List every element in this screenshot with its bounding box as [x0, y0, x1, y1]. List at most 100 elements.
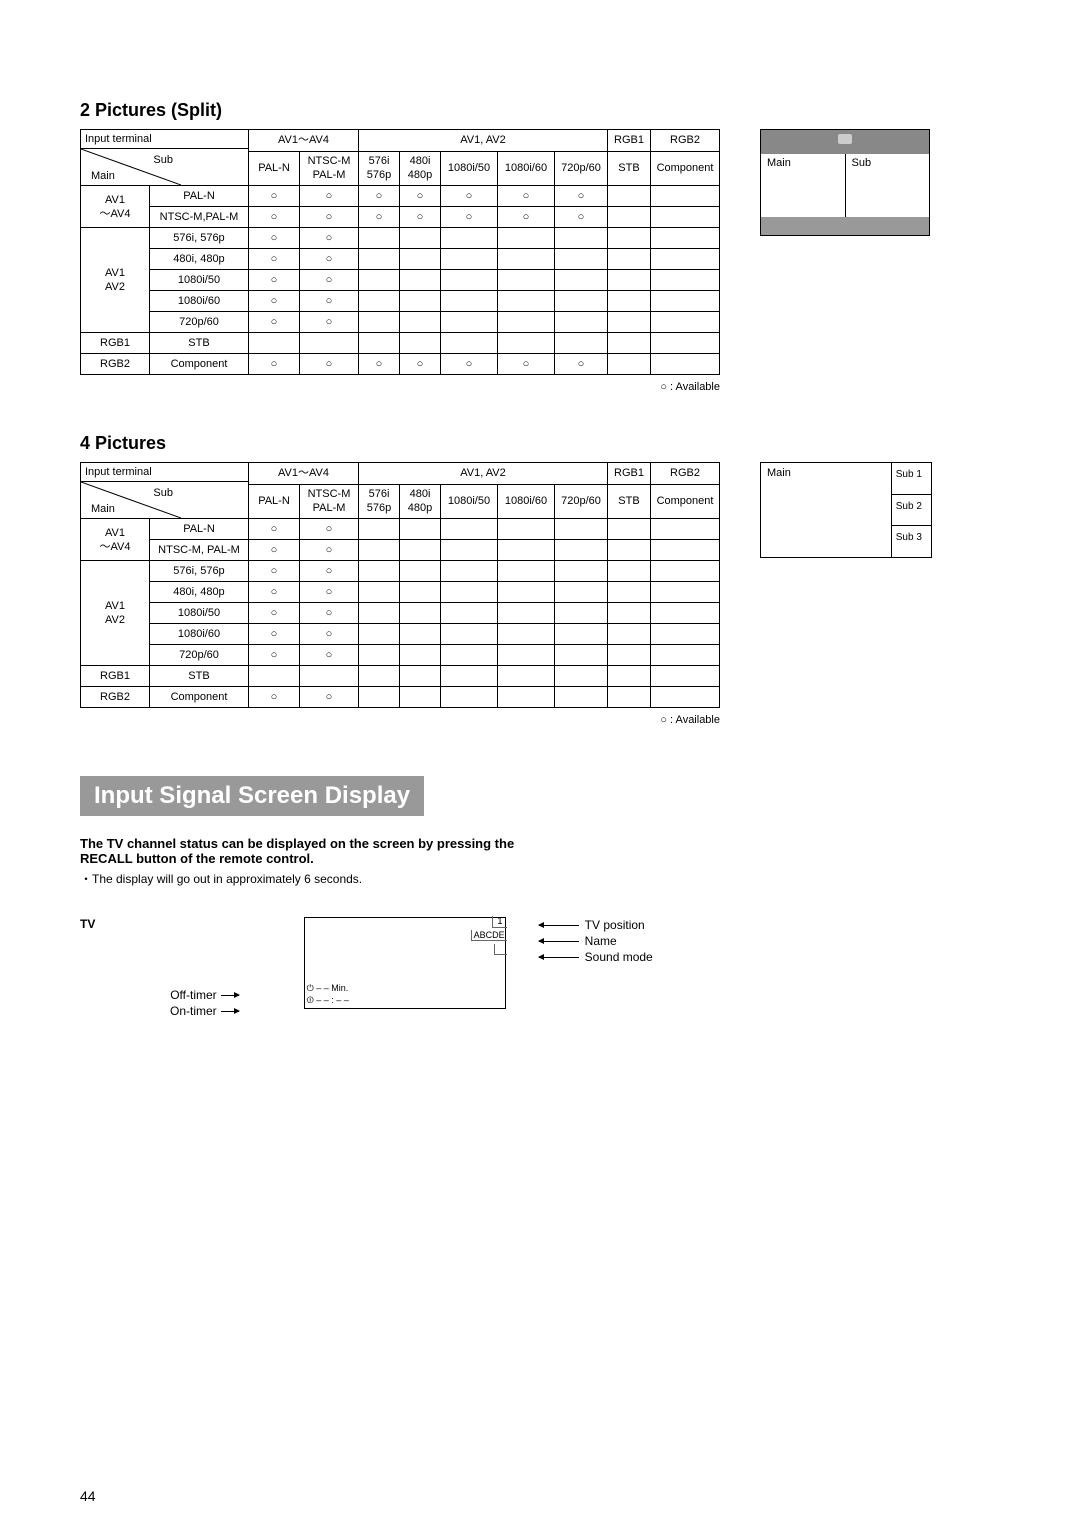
cell: AV1, AV2 [359, 463, 608, 485]
cell [555, 582, 608, 603]
cell [555, 561, 608, 582]
cell [498, 645, 555, 666]
cell: ○ [400, 207, 441, 228]
cell [498, 624, 555, 645]
row-label: 480i, 480p [150, 582, 249, 603]
cell [441, 333, 498, 354]
cell [608, 270, 651, 291]
cell [400, 645, 441, 666]
dia-label: Sub [846, 154, 930, 172]
osd-off-timer: ⏻ – – Min. [307, 983, 349, 994]
cell [651, 603, 720, 624]
cell [555, 333, 608, 354]
cell [555, 291, 608, 312]
cell: 1080i/50 [441, 151, 498, 185]
cell [555, 540, 608, 561]
cell [608, 603, 651, 624]
cell [608, 228, 651, 249]
cell: ○ [249, 270, 300, 291]
cell [651, 687, 720, 708]
cell [359, 519, 400, 540]
cell [400, 603, 441, 624]
label: On-timer [170, 1003, 217, 1019]
cell: ○ [498, 354, 555, 375]
row-group: RGB2 [81, 687, 150, 708]
cell: ○ [249, 561, 300, 582]
cell: ○ [300, 354, 359, 375]
cell [555, 312, 608, 333]
cell [441, 249, 498, 270]
osd-tv-label: TV [80, 917, 160, 1019]
cell: ○ [249, 228, 300, 249]
cell [651, 624, 720, 645]
cell: ○ [300, 540, 359, 561]
osd-on-timer: ⏼ – – : – – [307, 995, 349, 1006]
cell: 576i 576p [359, 484, 400, 518]
cell [400, 561, 441, 582]
cell [555, 519, 608, 540]
row-label: 480i, 480p [150, 249, 249, 270]
cell [651, 291, 720, 312]
cell: 720p/60 [555, 151, 608, 185]
cell: ○ [300, 249, 359, 270]
cell: 1080i/60 [498, 484, 555, 518]
cell: PAL-N [249, 151, 300, 185]
cell [359, 333, 400, 354]
row-label: Component [150, 354, 249, 375]
cell [651, 312, 720, 333]
cell [498, 270, 555, 291]
cell [400, 333, 441, 354]
row-label: 1080i/60 [150, 291, 249, 312]
section-banner: Input Signal Screen Display [80, 776, 424, 816]
cell: ○ [300, 603, 359, 624]
cell [441, 687, 498, 708]
legend: ○ : Available [80, 714, 720, 726]
cell: ○ [300, 561, 359, 582]
cell [359, 687, 400, 708]
intro-bold: The TV channel status can be displayed o… [80, 836, 550, 866]
label: Name [585, 934, 617, 948]
cell: Component [651, 484, 720, 518]
cell: ○ [249, 354, 300, 375]
cell: ○ [498, 207, 555, 228]
cell: RGB2 [651, 130, 720, 152]
cell [249, 333, 300, 354]
cell [608, 354, 651, 375]
cell [555, 270, 608, 291]
cell: ○ [555, 186, 608, 207]
dia-label: Sub 2 [892, 495, 931, 527]
cell: Component [651, 151, 720, 185]
cell: ○ [249, 624, 300, 645]
cell [608, 645, 651, 666]
cell [498, 228, 555, 249]
cell: ○ [300, 228, 359, 249]
row-label: PAL-N [150, 186, 249, 207]
cell [608, 312, 651, 333]
cell: ○ [249, 540, 300, 561]
cell [441, 666, 498, 687]
row-label: 720p/60 [150, 645, 249, 666]
row-group: AV1 AV2 [81, 228, 150, 333]
cell: ○ [555, 354, 608, 375]
cell: ○ [300, 687, 359, 708]
cell: 1080i/60 [498, 151, 555, 185]
row-label: PAL-N [150, 519, 249, 540]
cell [555, 687, 608, 708]
cell: ○ [441, 207, 498, 228]
cell [555, 624, 608, 645]
cell [608, 207, 651, 228]
cell: ○ [300, 270, 359, 291]
cell [359, 561, 400, 582]
cell: ○ [249, 207, 300, 228]
cell: ○ [441, 354, 498, 375]
cell [651, 249, 720, 270]
cell: ○ [300, 519, 359, 540]
cell [651, 228, 720, 249]
cell [498, 582, 555, 603]
cell: ○ [249, 291, 300, 312]
row-label: NTSC-M, PAL-M [150, 540, 249, 561]
row-group: AV1 ～AV4 [81, 186, 150, 228]
row-label: Component [150, 687, 249, 708]
cell: ○ [300, 645, 359, 666]
row-group: RGB1 [81, 666, 150, 687]
